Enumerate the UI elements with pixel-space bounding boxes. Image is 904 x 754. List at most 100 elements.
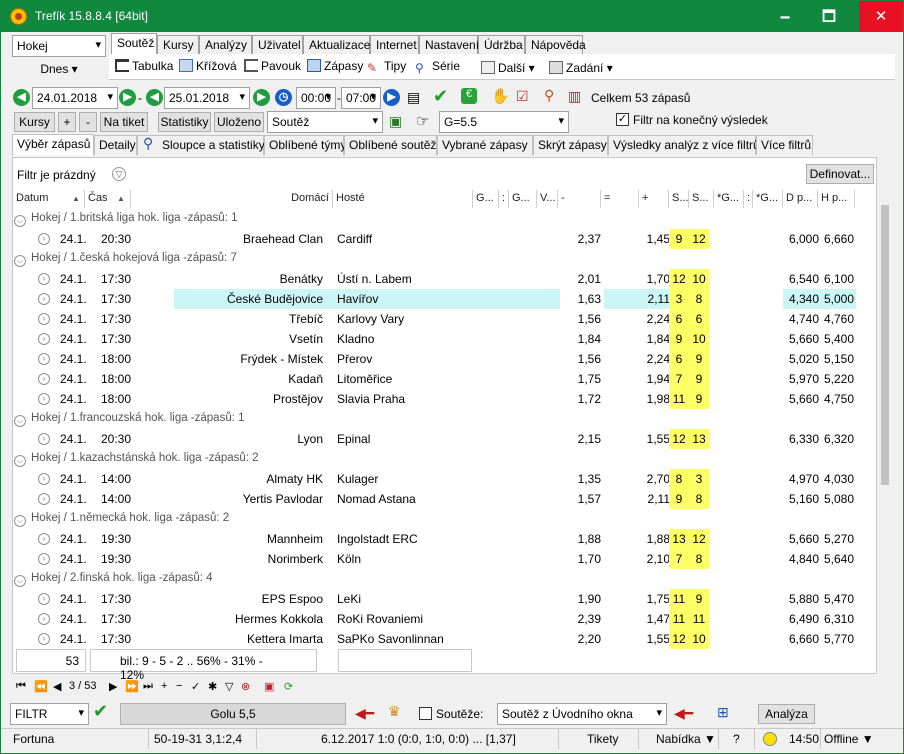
stop-icon[interactable]: ⊗ [241, 680, 250, 693]
arrow-left-icon[interactable]: ◀━ [355, 705, 374, 722]
arrow-left-2-icon[interactable]: ◀━ [674, 705, 693, 722]
scroll-thumb[interactable] [881, 205, 889, 485]
group-collapse-icon[interactable]: ⌵ [14, 515, 26, 527]
kursy-button[interactable]: Kursy [14, 112, 55, 132]
row-arrow-icon[interactable]: › [38, 333, 50, 345]
table-row[interactable]: › 24.1. 17:30 Hermes Kokkola RoKi Rovaniemi 2… [14, 609, 856, 629]
row-arrow-icon[interactable]: › [38, 433, 50, 445]
minimize-button[interactable]: 🗕 [763, 1, 807, 32]
group-collapse-icon[interactable]: ⌵ [14, 415, 26, 427]
column-header-12[interactable]: S... [689, 190, 714, 208]
row-arrow-icon[interactable]: › [38, 593, 50, 605]
hand-icon[interactable]: ✋ [491, 87, 510, 105]
ulozeno-button[interactable]: Uloženo [214, 112, 264, 132]
subtab-5[interactable]: Vybrané zápasy [437, 135, 533, 155]
row-arrow-icon[interactable]: › [38, 613, 50, 625]
table-row[interactable]: › 24.1. 18:00 Kadaň Litoměřice 1,75 1,94 5,970 5… [14, 369, 856, 389]
zapasy-button[interactable]: Zápasy [307, 59, 363, 73]
group-header[interactable]: ⌵ Hokej / 1.britská liga hok. liga -zápas… [14, 209, 237, 229]
column-header-2[interactable]: Domácí [131, 190, 333, 208]
table-row[interactable]: › 24.1. 17:30 Benátky Ústí n. Labem 2,01 1,70 6… [14, 269, 856, 289]
next-date-icon[interactable]: ▶ [119, 89, 136, 106]
row-arrow-icon[interactable]: › [38, 353, 50, 365]
column-header-13[interactable]: *G... [714, 190, 744, 208]
table-row[interactable]: › 24.1. 17:30 Vsetín Kladno 1,84 1,84 5,660 5,40… [14, 329, 856, 349]
subtab-7[interactable]: Výsledky analýz z více filtrů [608, 135, 760, 155]
time-to-field[interactable]: 07:00 [341, 87, 381, 109]
table-row[interactable]: › 24.1. 14:00 Yertis Pavlodar Nomad Astana 1,… [14, 489, 856, 509]
next-page-icon[interactable]: ⏩ [125, 680, 139, 693]
tab-0[interactable]: Soutěž [111, 33, 157, 55]
table-row[interactable]: › 24.1. 18:00 Prostějov Slavia Praha 1,72 1,98… [14, 389, 856, 409]
minus-button[interactable]: - [79, 112, 97, 132]
zadani-button[interactable]: Zadání ▾ [549, 61, 613, 75]
group-header[interactable]: ⌵ Hokej / 1.francouzská hok. liga -zápasů… [14, 409, 245, 429]
column-header-4[interactable]: G... [473, 190, 499, 208]
souteze-select[interactable]: Soutěž [267, 111, 383, 133]
group-collapse-icon[interactable]: ⌵ [14, 255, 26, 267]
column-header-10[interactable]: + [639, 190, 669, 208]
row-arrow-icon[interactable]: › [38, 493, 50, 505]
save-filter-icon[interactable]: ▣ [389, 113, 402, 130]
table-row[interactable]: › 24.1. 17:30 EPS Espoo LeKi 1,90 1,75 5,880 5,4… [14, 589, 856, 609]
clear-icon[interactable]: ▣ [264, 680, 274, 693]
subtab-8[interactable]: Více filtrů [756, 135, 813, 155]
tab-6[interactable]: Nastavení [419, 35, 479, 54]
clock-icon[interactable]: ◷ [275, 89, 292, 106]
subtab-3[interactable]: Oblíbené týmy [264, 135, 346, 155]
tab-2[interactable]: Analýzy [199, 35, 252, 54]
pavouk-button[interactable]: Pavouk [244, 59, 301, 73]
table-row[interactable]: › 24.1. 18:00 Frýdek - Místek Přerov 1,56 2,24… [14, 349, 856, 369]
group-collapse-icon[interactable]: ⌵ [14, 575, 26, 587]
row-arrow-icon[interactable]: › [38, 553, 50, 565]
row-arrow-icon[interactable]: › [38, 273, 50, 285]
tikety-button[interactable]: Tikety [559, 729, 639, 749]
table-row[interactable]: › 24.1. 20:30 Lyon Epinal 2,15 1,55 6,330 6,320 1… [14, 429, 856, 449]
table-row[interactable]: › 24.1. 17:30 Kettera Imarta SaPKo Savonlinn… [14, 629, 856, 649]
tab-3[interactable]: Uživatel [252, 35, 303, 54]
serie-button[interactable]: ⚲ Série [415, 59, 460, 75]
zoom-icon[interactable]: ⚲ [544, 87, 554, 104]
delete-icon[interactable]: − [176, 680, 182, 692]
group-header[interactable]: ⌵ Hokej / 1.německá hok. liga -zápasů: 2 [14, 509, 229, 529]
tab-8[interactable]: Nápověda [525, 35, 586, 54]
refresh-icon[interactable]: ✱ [208, 680, 217, 693]
row-arrow-icon[interactable]: › [38, 373, 50, 385]
prev-date-to-icon[interactable]: ◀ [146, 89, 163, 106]
analyza-button[interactable]: Analýza [758, 704, 815, 724]
prev-date-icon[interactable]: ◀ [13, 89, 30, 106]
filtr-select[interactable]: FILTR [10, 703, 89, 725]
sport-select[interactable]: Hokej [12, 35, 106, 57]
group-header[interactable]: ⌵ Hokej / 2.finská hok. liga -zápasů: 4 [14, 569, 213, 589]
column-header-17[interactable]: H p... [818, 190, 855, 208]
souteze-checkbox[interactable] [419, 707, 432, 720]
checklist-icon[interactable]: ☑ [516, 88, 529, 105]
row-arrow-icon[interactable]: › [38, 393, 50, 405]
dalsi-button[interactable]: Další ▾ [481, 61, 535, 75]
prev-page-icon[interactable]: ⏪ [34, 680, 48, 693]
today-dropdown[interactable]: Dnes ▾ [12, 60, 106, 79]
soutez-source-select[interactable]: Soutěž z Úvodního okna [497, 703, 667, 725]
table-row[interactable]: › 24.1. 19:30 Mannheim Ingolstadt ERC 1,88 1,8… [14, 529, 856, 549]
group-collapse-icon[interactable]: ⌵ [14, 215, 26, 227]
chart-icon[interactable]: ▥ [568, 88, 581, 105]
column-header-3[interactable]: Hosté [333, 190, 473, 208]
table-row[interactable]: › 24.1. 17:30 České Budějovice Havířov 1,63 2,… [14, 289, 856, 309]
column-header-11[interactable]: S... [669, 190, 689, 208]
define-button[interactable]: Definovat... [806, 164, 874, 184]
time-from-field[interactable]: 00:00 [296, 87, 336, 109]
subtab-0[interactable]: Výběr zápasů [12, 134, 94, 156]
calculator-icon[interactable]: ▤ [407, 89, 420, 106]
check-icon[interactable]: ✔ [433, 86, 448, 107]
insert-icon[interactable]: + [161, 680, 167, 692]
user-icon[interactable]: ♛ [388, 703, 401, 720]
subtab-2[interactable]: Sloupce a statistiky [137, 135, 265, 155]
date-to-field[interactable]: 25.01.2018 [164, 87, 250, 109]
grid-select-icon[interactable]: ⊞ [717, 704, 729, 721]
row-arrow-icon[interactable]: › [38, 633, 50, 645]
table-row[interactable]: › 24.1. 17:30 Třebíč Karlovy Vary 1,56 2,24 4,7… [14, 309, 856, 329]
vertical-scrollbar[interactable] [878, 157, 893, 674]
next-record-icon[interactable]: ▶ [109, 680, 117, 693]
row-arrow-icon[interactable]: › [38, 293, 50, 305]
next-date-to-icon[interactable]: ▶ [253, 89, 270, 106]
